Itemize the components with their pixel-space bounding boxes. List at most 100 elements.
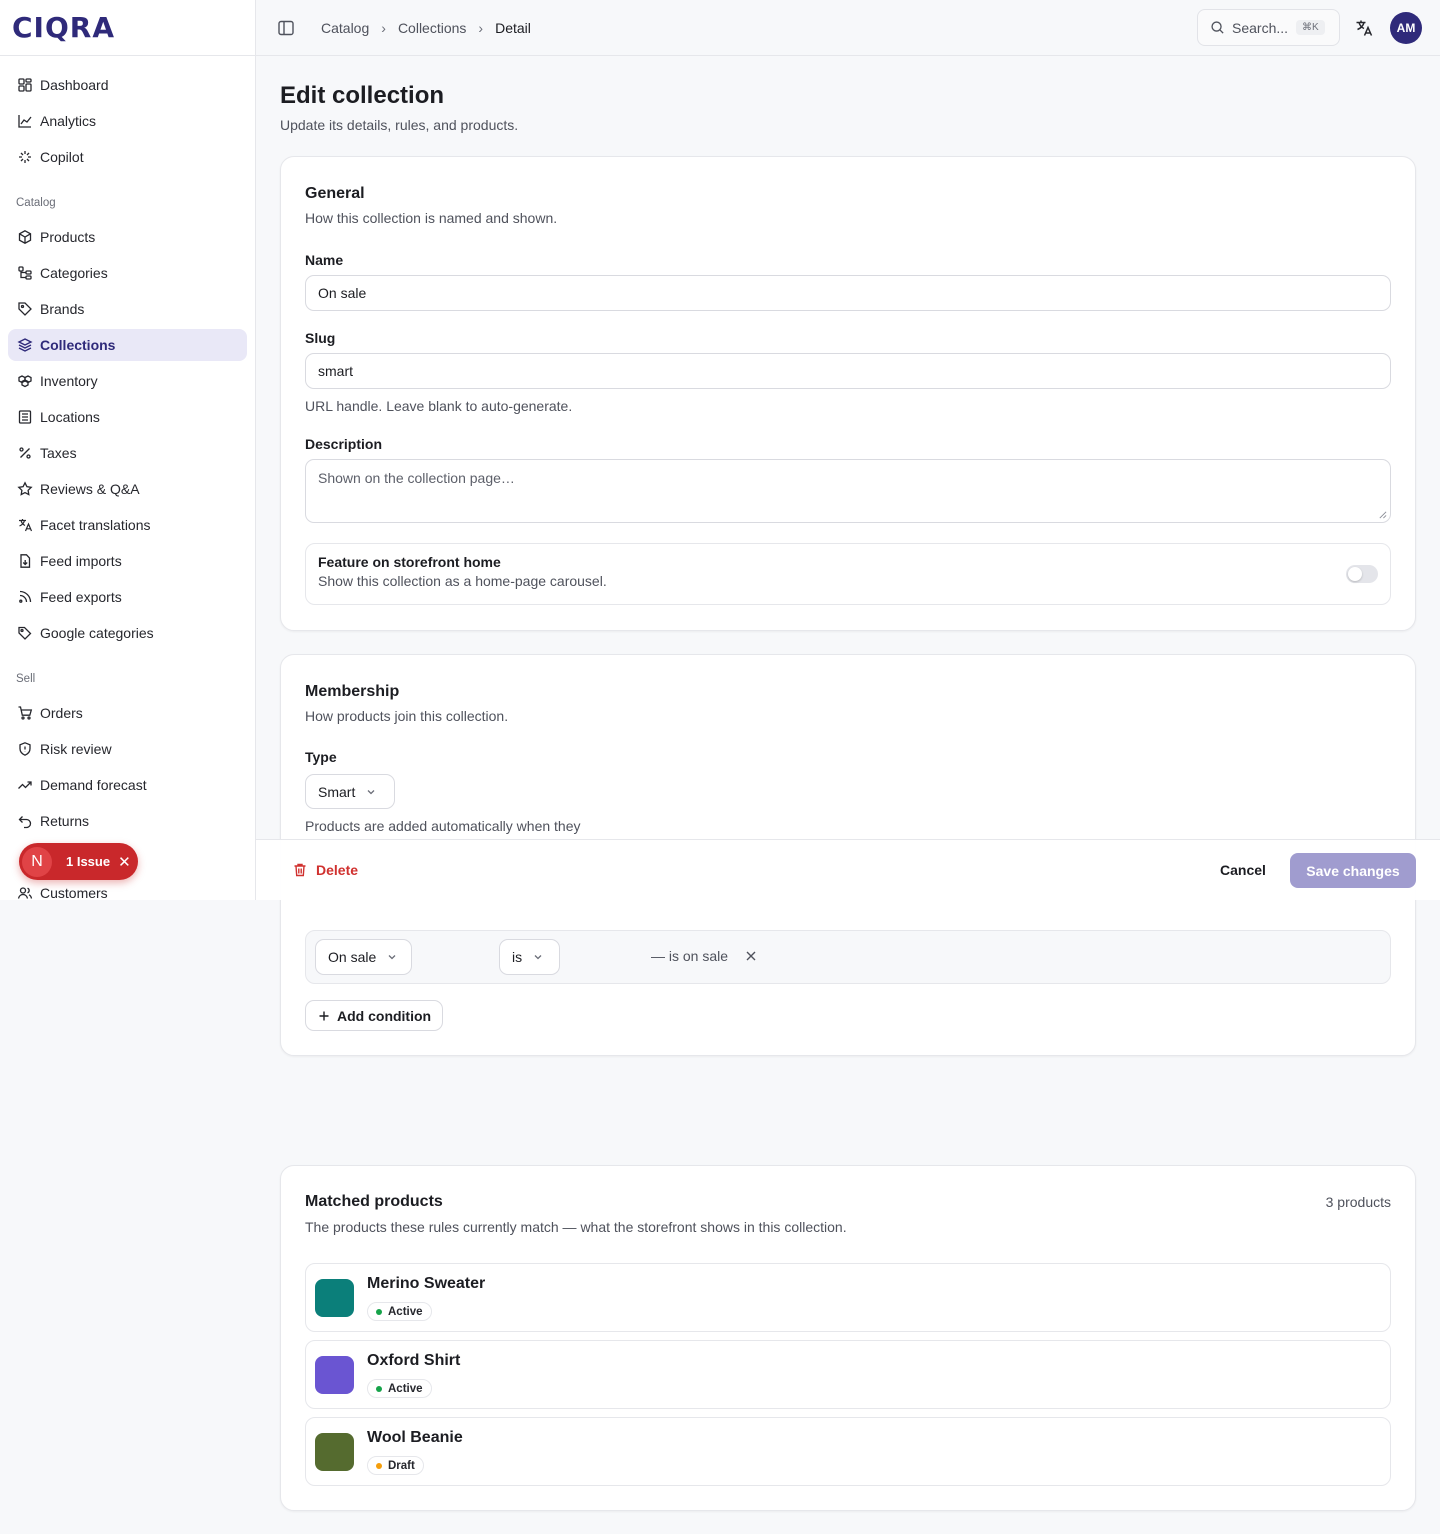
sidebar-item-locations[interactable]: Locations	[8, 401, 247, 433]
sidebar-item-label: Collections	[40, 337, 116, 353]
sidebar-item-feed-imports[interactable]: Feed imports	[8, 545, 247, 577]
sidebar-item-feed-exports[interactable]: Feed exports	[8, 581, 247, 613]
sidebar-item-facet-translations[interactable]: Facet translations	[8, 509, 247, 541]
sidebar-item-analytics[interactable]: Analytics	[8, 105, 247, 137]
logo[interactable]: CIQRA	[0, 0, 255, 56]
sidebar-item-orders[interactable]: Orders	[8, 697, 247, 729]
breadcrumb: Catalog › Collections › Detail	[321, 20, 531, 36]
sidebar-toggle-icon[interactable]	[276, 18, 296, 38]
matched-count: 3 products	[1325, 1194, 1391, 1210]
status-label: Active	[388, 1305, 423, 1318]
avatar[interactable]: AM	[1390, 12, 1422, 44]
type-label: Type	[305, 749, 337, 765]
logo-text: CIQRA	[12, 11, 115, 44]
slug-value: smart	[318, 363, 353, 379]
sidebar-item-copilot[interactable]: Copilot	[8, 141, 247, 173]
name-input[interactable]: On sale	[305, 275, 1391, 311]
condition-value-text: — is on sale	[651, 948, 729, 964]
sidebar-item-categories[interactable]: Categories	[8, 257, 247, 289]
sidebar-item-label: Copilot	[40, 149, 84, 165]
search-shortcut: ⌘K	[1296, 20, 1325, 35]
undo-icon	[17, 813, 33, 829]
product-name: Wool Beanie	[367, 1429, 463, 1446]
condition-operator-select[interactable]: is	[499, 939, 560, 975]
tag-icon	[17, 301, 33, 317]
trash-icon	[292, 862, 308, 878]
status-label: Draft	[388, 1459, 415, 1472]
description-textarea[interactable]: Shown on the collection page…	[305, 459, 1391, 523]
sidebar-item-label: Google categories	[40, 625, 154, 641]
breadcrumb-catalog[interactable]: Catalog	[321, 20, 369, 36]
sidebar-item-returns[interactable]: Returns	[8, 805, 247, 837]
status-dot	[376, 1462, 382, 1469]
feature-title: Feature on storefront home	[318, 554, 501, 570]
layers-icon	[17, 337, 33, 353]
type-select[interactable]: Smart	[305, 774, 395, 809]
close-icon[interactable]: ✕	[118, 853, 131, 871]
sidebar-item-demand-forecast[interactable]: Demand forecast	[8, 769, 247, 801]
type-hint: Products are added automatically when th…	[305, 818, 581, 834]
search-icon	[1211, 21, 1224, 34]
product-row[interactable]: Wool Beanie Draft	[305, 1417, 1391, 1486]
sidebar: CIQRA Dashboard Analytics Copilot Catalo…	[0, 0, 256, 900]
search-placeholder: Search...	[1232, 19, 1289, 36]
sidebar-item-reviews[interactable]: Reviews & Q&A	[8, 473, 247, 505]
issue-pill[interactable]: N 1 Issue ✕	[19, 843, 138, 880]
feature-toggle[interactable]	[1346, 565, 1378, 583]
sidebar-item-taxes[interactable]: Taxes	[8, 437, 247, 469]
product-row[interactable]: Oxford Shirt Active	[305, 1340, 1391, 1409]
product-row[interactable]: Merino Sweater Active	[305, 1263, 1391, 1332]
building-icon	[17, 409, 33, 425]
package-icon	[17, 229, 33, 245]
tags-icon	[17, 625, 33, 641]
slug-label: Slug	[305, 330, 336, 346]
issue-avatar: N	[22, 846, 52, 877]
sidebar-item-label: Returns	[40, 813, 90, 829]
status-dot	[376, 1385, 382, 1392]
chevron-right-icon: ›	[381, 19, 386, 36]
save-button[interactable]: Save changes	[1290, 853, 1416, 888]
sidebar-item-label: Products	[40, 229, 96, 245]
sidebar-item-products[interactable]: Products	[8, 221, 247, 253]
resize-handle-icon[interactable]	[1378, 510, 1387, 519]
general-subtitle: How this collection is named and shown.	[305, 210, 558, 226]
dashboard-icon	[17, 77, 33, 93]
sidebar-item-label: Facet translations	[40, 517, 151, 533]
slug-input[interactable]: smart	[305, 353, 1391, 389]
trend-icon	[17, 777, 33, 793]
breadcrumb-detail: Detail	[495, 19, 531, 36]
sidebar-item-google-categories[interactable]: Google categories	[8, 617, 247, 649]
sidebar-item-label: Analytics	[40, 113, 97, 129]
chevron-down-icon	[532, 951, 544, 963]
action-bar: Delete Cancel Save changes	[256, 839, 1440, 900]
remove-condition-icon[interactable]	[744, 949, 758, 963]
chevron-down-icon	[386, 951, 398, 963]
sidebar-item-brands[interactable]: Brands	[8, 293, 247, 325]
search-button[interactable]: Search... ⌘K	[1197, 9, 1340, 46]
delete-button[interactable]: Delete	[292, 862, 358, 878]
rss-icon	[17, 589, 33, 605]
sidebar-item-collections[interactable]: Collections	[8, 329, 247, 361]
breadcrumb-collections[interactable]: Collections	[398, 20, 466, 36]
copilot-icon	[17, 149, 33, 165]
chevron-right-icon: ›	[478, 19, 484, 36]
matched-products-card: Matched products 3 products The products…	[280, 1165, 1416, 1511]
add-condition-button[interactable]: Add condition	[305, 1000, 443, 1031]
sidebar-nav: Dashboard Analytics Copilot Catalog Prod…	[0, 56, 255, 900]
status-label: Active	[388, 1382, 423, 1395]
condition-field-select[interactable]: On sale	[315, 939, 412, 975]
issue-label: 1 Issue	[66, 854, 111, 869]
cancel-button[interactable]: Cancel	[1220, 862, 1266, 878]
sidebar-item-inventory[interactable]: Inventory	[8, 365, 247, 397]
sidebar-item-risk-review[interactable]: Risk review	[8, 733, 247, 765]
sidebar-item-label: Orders	[40, 705, 83, 721]
sidebar-item-dashboard[interactable]: Dashboard	[8, 69, 247, 101]
cart-icon	[17, 705, 33, 721]
condition-field-value: On sale	[328, 949, 377, 965]
product-name: Merino Sweater	[367, 1275, 486, 1292]
name-label: Name	[305, 252, 344, 268]
translate-icon	[17, 517, 33, 533]
language-icon[interactable]	[1354, 18, 1374, 38]
name-value: On sale	[318, 285, 367, 301]
sidebar-item-customers[interactable]: Customers	[8, 877, 247, 900]
